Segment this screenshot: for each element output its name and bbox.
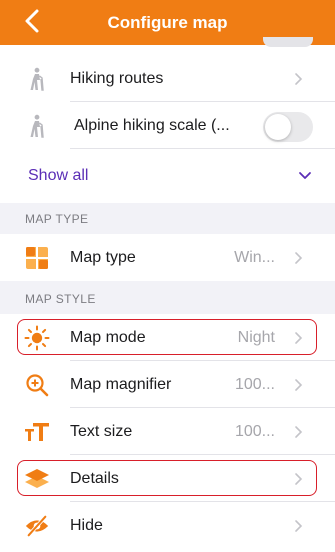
routes-list: Hiking routes Alpine hiking scale (... S… — [0, 37, 335, 203]
map-magnifier-value: 100... — [234, 375, 275, 393]
magnifier-icon — [24, 372, 50, 398]
map-type-value: Win... — [234, 248, 275, 266]
show-all-row[interactable]: Show all — [0, 152, 335, 199]
map-type-label: Map type — [70, 248, 136, 266]
route-label: Alpine hiking scale (... — [74, 116, 230, 134]
text-size-label: Text size — [70, 422, 133, 440]
map-type-icon — [24, 245, 50, 271]
alpine-hiking-toggle[interactable] — [263, 112, 313, 142]
text-size-row[interactable]: Text size 100... — [0, 408, 335, 455]
route-row-hiking[interactable]: Hiking routes — [0, 55, 335, 102]
show-all-link[interactable]: Show all — [28, 167, 88, 185]
text-size-icon — [24, 419, 50, 445]
section-header-map-type: MAP TYPE — [25, 212, 89, 226]
map-magnifier-row[interactable]: Map magnifier 100... — [0, 361, 335, 408]
highlight-details — [17, 460, 317, 496]
map-type-row[interactable]: Map type Win... — [0, 234, 335, 281]
hiker-icon — [24, 66, 50, 92]
route-label: Hiking routes — [70, 69, 164, 87]
eye-off-icon — [24, 513, 50, 539]
highlight-map-mode — [17, 319, 317, 355]
partial-toggle[interactable] — [263, 37, 313, 47]
hide-row[interactable]: Hide — [0, 502, 335, 549]
hiker-icon — [24, 113, 50, 139]
back-chevron-icon[interactable] — [22, 8, 44, 34]
page-title: Configure map — [107, 12, 228, 32]
route-row-alpine[interactable]: Alpine hiking scale (... — [0, 102, 335, 149]
chevron-right-icon — [295, 426, 303, 438]
chevron-right-icon — [295, 73, 303, 85]
chevron-right-icon — [295, 520, 303, 532]
section-header-map-style: MAP STYLE — [25, 292, 96, 306]
map-magnifier-label: Map magnifier — [70, 375, 172, 393]
map-type-list: Map type Win... — [0, 234, 335, 281]
chevron-down-icon — [299, 172, 311, 179]
text-size-value: 100... — [234, 422, 275, 440]
chevron-right-icon — [295, 379, 303, 391]
hide-label: Hide — [70, 516, 103, 534]
chevron-right-icon — [295, 252, 303, 264]
